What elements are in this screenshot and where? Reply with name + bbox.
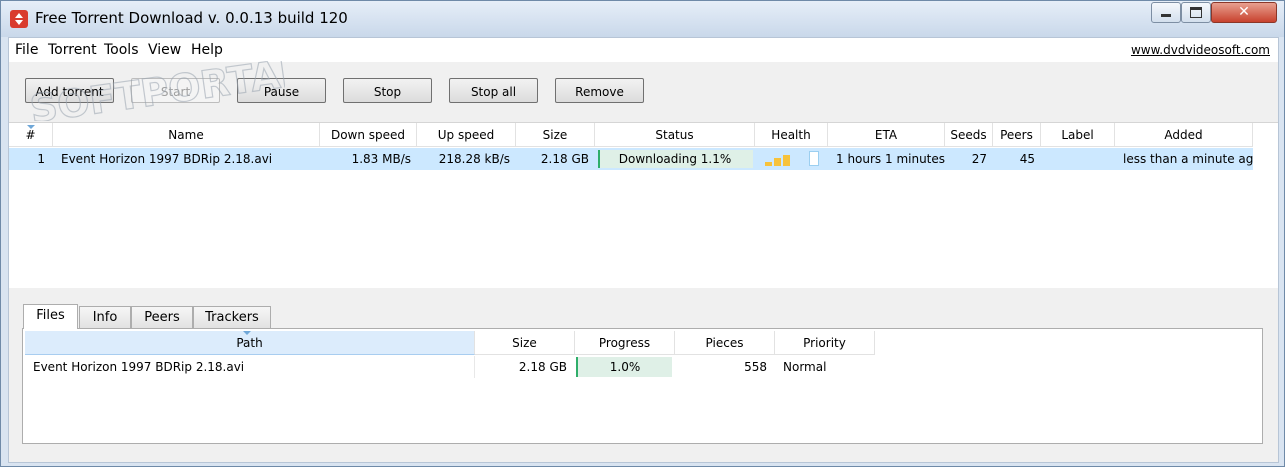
torrent-added: less than a minute ag	[1123, 152, 1253, 166]
column-header-size[interactable]: Size	[516, 123, 595, 147]
menu-bar: File Torrent Tools View Help www.dvdvide…	[9, 38, 1278, 62]
column-header-health[interactable]: Health	[755, 123, 828, 147]
title-bar[interactable]: Free Torrent Download v. 0.0.13 build 12…	[1, 1, 1284, 37]
menu-file[interactable]: File	[15, 42, 38, 58]
torrent-down-speed: 1.83 MB/s	[351, 152, 411, 166]
column-header-label[interactable]: Label	[1041, 123, 1115, 147]
torrent-peers: 45	[1019, 152, 1035, 166]
file-pieces: 558	[744, 360, 767, 374]
menu-tools[interactable]: Tools	[104, 42, 139, 58]
torrent-size: 2.18 GB	[540, 152, 589, 166]
file-column-header-path[interactable]: Path	[25, 331, 475, 355]
file-column-header-priority[interactable]: Priority	[775, 331, 875, 355]
tab-files[interactable]: Files	[23, 304, 78, 329]
start-button[interactable]: Start	[131, 78, 220, 103]
tab-trackers[interactable]: Trackers	[193, 306, 271, 328]
column-header-eta[interactable]: ETA	[828, 123, 945, 147]
close-icon: ✕	[1238, 4, 1250, 20]
tab-peers[interactable]: Peers	[131, 306, 193, 328]
file-priority[interactable]: Normal	[775, 356, 895, 378]
add-torrent-button[interactable]: Add torrent	[25, 78, 114, 103]
torrent-seeds: 27	[971, 152, 987, 166]
menu-help[interactable]: Help	[191, 42, 223, 58]
window-title: Free Torrent Download v. 0.0.13 build 12…	[35, 9, 348, 27]
torrent-label	[1041, 148, 1115, 170]
details-pane: Files Info Peers Trackers Path Size Prog…	[9, 288, 1278, 462]
health-bar-segment	[774, 158, 781, 166]
client-area: File Torrent Tools View Help www.dvdvide…	[8, 37, 1279, 463]
column-header-seeds[interactable]: Seeds	[945, 123, 993, 147]
tab-info[interactable]: Info	[79, 306, 131, 328]
website-link[interactable]: www.dvdvideosoft.com	[1131, 43, 1270, 57]
minimize-button[interactable]	[1151, 2, 1181, 23]
stop-button[interactable]: Stop	[343, 78, 432, 103]
column-header-down-speed[interactable]: Down speed	[320, 123, 417, 147]
file-path: Event Horizon 1997 BDRip 2.18.avi	[25, 356, 475, 378]
torrent-number: 1	[37, 152, 45, 166]
torrent-status: Downloading 1.1%	[618, 152, 732, 166]
remove-button[interactable]: Remove	[555, 78, 644, 103]
column-header-number[interactable]: #	[9, 123, 53, 147]
stop-all-button[interactable]: Stop all	[449, 78, 538, 103]
column-header-status[interactable]: Status	[595, 123, 755, 147]
menu-view[interactable]: View	[148, 42, 181, 58]
torrent-name: Event Horizon 1997 BDRip 2.18.avi	[61, 152, 273, 166]
close-button[interactable]: ✕	[1211, 2, 1277, 23]
file-column-header-pieces[interactable]: Pieces	[675, 331, 775, 355]
column-header-up-speed[interactable]: Up speed	[417, 123, 516, 147]
health-bar-empty	[809, 151, 819, 166]
column-header-added[interactable]: Added	[1115, 123, 1253, 147]
health-bar-segment	[765, 162, 772, 166]
health-bar-segment	[783, 155, 790, 166]
torrent-eta: 1 hours 1 minutes	[836, 152, 945, 166]
app-window: Free Torrent Download v. 0.0.13 build 12…	[0, 0, 1285, 467]
column-header-name[interactable]: Name	[53, 123, 320, 147]
files-panel: Path Size Progress Pieces Priority Event…	[22, 328, 1263, 444]
torrent-list[interactable]: # Name Down speed Up speed Size Status H…	[9, 122, 1278, 289]
torrent-up-speed: 218.28 kB/s	[438, 152, 510, 166]
sort-arrow-icon	[27, 125, 35, 129]
app-logo-icon	[10, 10, 28, 28]
torrent-row[interactable]: 1 Event Horizon 1997 BDRip 2.18.avi 1.83…	[9, 148, 1253, 170]
sort-arrow-icon	[243, 331, 251, 335]
menu-torrent[interactable]: Torrent	[48, 42, 97, 58]
maximize-button[interactable]	[1181, 2, 1211, 23]
file-size: 2.18 GB	[518, 360, 567, 374]
file-column-header-size[interactable]: Size	[475, 331, 575, 355]
file-progress: 1.0%	[609, 360, 641, 374]
file-column-header-progress[interactable]: Progress	[575, 331, 675, 355]
toolbar: Add torrent Start Pause Stop Stop all Re…	[9, 62, 1278, 122]
column-header-peers[interactable]: Peers	[993, 123, 1041, 147]
pause-button[interactable]: Pause	[237, 78, 326, 103]
